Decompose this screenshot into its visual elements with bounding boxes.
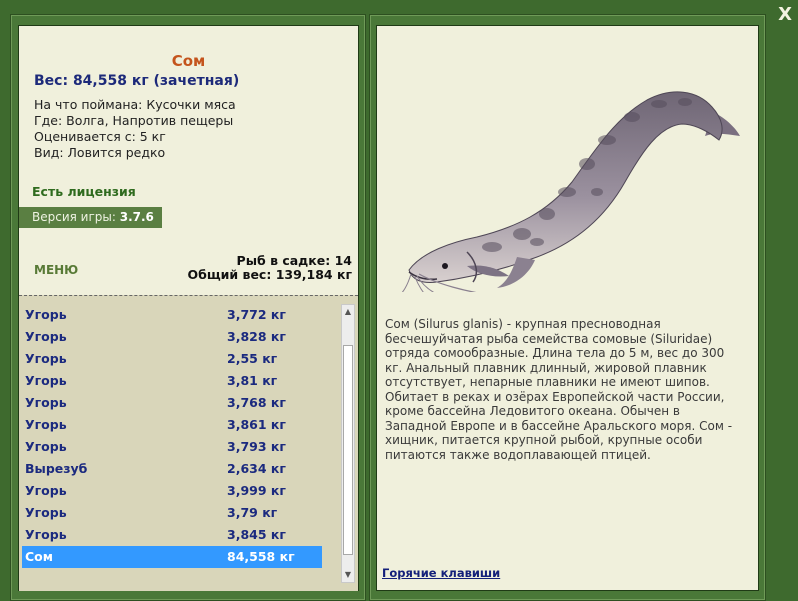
catch-list[interactable]: Угорь 3,772 кг Угорь 3,828 кг Угорь 2,55 кг Уг… <box>22 304 322 568</box>
catch-fish-weight: 2,55 кг <box>227 351 278 366</box>
catch-fish-name: Угорь <box>25 307 67 322</box>
version-value: 3.7.6 <box>119 210 154 224</box>
catch-fish-name: Вырезуб <box>25 461 88 476</box>
list-scrollbar[interactable]: ▲ ▼ <box>341 304 355 583</box>
catch-list-row[interactable]: Угорь 3,768 кг <box>22 392 322 414</box>
catch-fish-name: Угорь <box>25 439 67 454</box>
fish-info-panel: Сом Вес: 84,558 кг (зачетная) На что пой… <box>18 25 359 591</box>
catch-fish-weight: 3,81 кг <box>227 373 278 388</box>
catch-fish-name: Угорь <box>25 329 67 344</box>
catch-list-row[interactable]: Угорь 3,828 кг <box>22 326 322 348</box>
catch-fish-weight: 3,828 кг <box>227 329 286 344</box>
catch-list-row[interactable]: Угорь 3,772 кг <box>22 304 322 326</box>
catch-list-row[interactable]: Угорь 3,999 кг <box>22 480 322 502</box>
catch-list-row[interactable]: Угорь 3,79 кг <box>22 502 322 524</box>
hotkeys-link[interactable]: Горячие клавиши <box>382 566 500 580</box>
catch-fish-weight: 3,772 кг <box>227 307 286 322</box>
catch-fish-weight: 3,79 кг <box>227 505 278 520</box>
license-status: Есть лицензия <box>32 184 136 199</box>
catch-fish-name: Угорь <box>25 527 67 542</box>
catch-fish-name: Угорь <box>25 373 67 388</box>
catch-fish-name: Угорь <box>25 505 67 520</box>
catch-fish-weight: 3,999 кг <box>227 483 286 498</box>
catch-list-row[interactable]: Угорь 3,861 кг <box>22 414 322 436</box>
catch-list-row[interactable]: Сом 84,558 кг <box>22 546 322 568</box>
rarity-info: Вид: Ловится редко <box>34 145 166 160</box>
total-weight: Общий вес: 139,184 кг <box>187 267 353 282</box>
catch-fish-weight: 3,793 кг <box>227 439 286 454</box>
close-button[interactable]: X <box>778 6 792 24</box>
menu-button[interactable]: МЕНЮ <box>34 263 78 277</box>
catch-fish-name: Сом <box>25 549 53 564</box>
catch-fish-name: Угорь <box>25 417 67 432</box>
catch-fish-weight: 2,634 кг <box>227 461 286 476</box>
catch-fish-weight: 3,861 кг <box>227 417 286 432</box>
catch-fish-weight: 3,845 кг <box>227 527 286 542</box>
catch-fish-name: Угорь <box>25 483 67 498</box>
scroll-up-arrow-icon[interactable]: ▲ <box>342 305 354 319</box>
catch-fish-weight: 84,558 кг <box>227 549 295 564</box>
fish-description: Сом (Silurus glanis) - крупная пресновод… <box>385 317 733 462</box>
rating-info: Оценивается с: 5 кг <box>34 129 166 144</box>
catfish-illustration <box>401 91 740 292</box>
bait-info: На что поймана: Кусочки мяса <box>34 97 236 112</box>
catch-list-row[interactable]: Угорь 2,55 кг <box>22 348 322 370</box>
version-bar: Версия игры: 3.7.6 <box>19 207 162 228</box>
scroll-down-arrow-icon[interactable]: ▼ <box>342 568 354 582</box>
fish-description-panel: Сом (Silurus glanis) - крупная пресновод… <box>376 25 759 591</box>
catch-list-row[interactable]: Угорь 3,793 кг <box>22 436 322 458</box>
catch-fish-name: Угорь <box>25 395 67 410</box>
fish-weight: Вес: 84,558 кг (зачетная) <box>34 73 240 89</box>
keepnet-stats: Рыб в садке: 14 Общий вес: 139,184 кг <box>188 254 353 282</box>
location-info: Где: Волга, Напротив пещеры <box>34 113 234 128</box>
catch-list-row[interactable]: Угорь 3,81 кг <box>22 370 322 392</box>
catch-fish-name: Угорь <box>25 351 67 366</box>
scroll-thumb[interactable] <box>343 345 353 555</box>
fish-count: Рыб в садке: 14 <box>236 253 352 268</box>
catch-fish-weight: 3,768 кг <box>227 395 286 410</box>
version-label: Версия игры: <box>32 210 116 224</box>
fish-title: Сом <box>171 52 206 70</box>
catch-list-row[interactable]: Угорь 3,845 кг <box>22 524 322 546</box>
catch-list-row[interactable]: Вырезуб 2,634 кг <box>22 458 322 480</box>
catch-list-area: Угорь 3,772 кг Угорь 3,828 кг Угорь 2,55 кг Уг… <box>19 295 358 591</box>
